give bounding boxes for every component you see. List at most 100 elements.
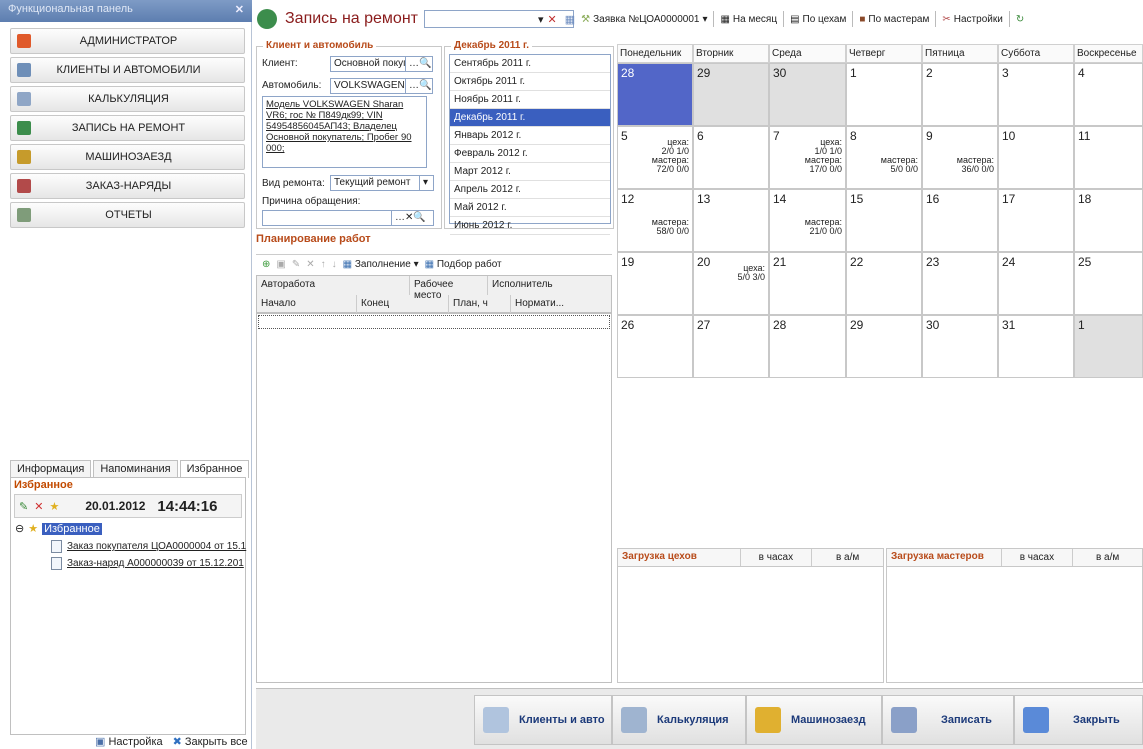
calendar-day[interactable]: 29 [846, 315, 922, 378]
close-icon[interactable]: ✕ [235, 3, 244, 19]
list-item[interactable]: Заказ-наряд А000000039 от 15.12.201 [51, 557, 244, 570]
calendar-day[interactable]: 1 [1074, 315, 1143, 378]
calc-button[interactable]: Калькуляция [612, 695, 746, 745]
calendar-day[interactable]: 30 [769, 63, 846, 126]
tree-root[interactable]: ⊖ ★ Избранное [15, 522, 102, 535]
fill-button[interactable]: ▦ Заполнение ▾ [343, 259, 419, 270]
nav-item[interactable]: КЛИЕНТЫ И АВТОМОБИЛИ [10, 57, 245, 83]
month-item[interactable]: Сентябрь 2011 г. [450, 55, 610, 73]
month-view-button[interactable]: ▦ На месяц [720, 14, 777, 25]
calendar-day[interactable]: 18 [1074, 189, 1143, 252]
col-work[interactable]: Авторабота [257, 276, 410, 295]
up-icon[interactable]: ↑ [321, 259, 326, 270]
col-hours[interactable]: в часах [739, 549, 812, 566]
month-item[interactable]: Март 2012 г. [450, 163, 610, 181]
chevron-down-icon[interactable]: ▾ [538, 13, 544, 26]
client-search-button[interactable]: …🔍 [405, 56, 433, 72]
calendar-day[interactable]: 19 [617, 252, 693, 315]
shops-view-button[interactable]: ▤ По цехам [790, 14, 846, 25]
edit-icon[interactable]: ✎ [19, 500, 28, 513]
list-item[interactable]: Заказ покупателя ЦОА0000004 от 15.1 [51, 540, 246, 553]
tab-info[interactable]: Информация [10, 460, 92, 478]
nav-item[interactable]: ЗАКАЗ-НАРЯДЫ [10, 173, 245, 199]
car-field[interactable]: VOLKSWAGEN ! [330, 78, 406, 94]
col-workplace[interactable]: Рабочее место [410, 276, 488, 301]
collapse-icon[interactable]: ⊖ [15, 522, 24, 535]
calendar-day[interactable]: 30 [922, 315, 998, 378]
settings-button[interactable]: ✂ Настройки [942, 14, 1002, 25]
table-row[interactable] [258, 315, 610, 329]
nav-item[interactable]: ЗАПИСЬ НА РЕМОНТ [10, 115, 245, 141]
calendar-day[interactable]: 27 [693, 315, 769, 378]
month-item[interactable]: Январь 2012 г. [450, 127, 610, 145]
client-field[interactable]: Основной покуг [330, 56, 406, 72]
month-item[interactable]: Ноябрь 2011 г. [450, 91, 610, 109]
month-item[interactable]: Февраль 2012 г. [450, 145, 610, 163]
masters-view-button[interactable]: ■ По мастерам [859, 14, 929, 25]
star-icon[interactable]: ★ [49, 500, 59, 513]
col-plan[interactable]: План, ч [449, 295, 511, 314]
close-all-link[interactable]: ✖ Закрыть все [173, 735, 248, 748]
month-item[interactable]: Апрель 2012 г. [450, 181, 610, 199]
tab-favorites[interactable]: Избранное [179, 460, 250, 478]
calendar-day[interactable]: 24 [998, 252, 1074, 315]
calendar-day[interactable]: 1 [846, 63, 922, 126]
chevron-down-icon[interactable]: ▾ [419, 175, 434, 191]
calendar-day[interactable]: 31 [998, 315, 1074, 378]
car-entry-button[interactable]: Машинозаезд [746, 695, 882, 745]
calendar-day[interactable]: 13 [693, 189, 769, 252]
col-hours[interactable]: в часах [1000, 549, 1073, 566]
calendar-day[interactable]: 16 [922, 189, 998, 252]
col-cars[interactable]: в а/м [1072, 549, 1142, 566]
clear-icon[interactable]: ✕ [548, 13, 557, 26]
nav-item[interactable]: ОТЧЕТЫ [10, 202, 245, 228]
month-list[interactable]: Сентябрь 2011 г. Октябрь 2011 г. Ноябрь 20… [449, 54, 611, 235]
clients-button[interactable]: Клиенты и авто [474, 695, 612, 745]
select-works-button[interactable]: ▦ Подбор работ [425, 259, 502, 270]
calendar-day[interactable]: 22 [846, 252, 922, 315]
save-button[interactable]: Записать [882, 695, 1014, 745]
month-item[interactable]: Октябрь 2011 г. [450, 73, 610, 91]
col-start[interactable]: Начало [257, 295, 357, 314]
car-info[interactable]: Модель VOLKSWAGEN Sharan VR6; гос № П849… [262, 96, 427, 168]
nav-item[interactable]: АДМИНИСТРАТОР [10, 28, 245, 54]
nav-item[interactable]: МАШИНОЗАЕЗД [10, 144, 245, 170]
calendar-day[interactable]: 29 [693, 63, 769, 126]
calendar-day[interactable]: 10 [998, 126, 1074, 189]
month-item[interactable]: Декабрь 2011 г. [450, 109, 610, 127]
calendar-day[interactable]: 21 [769, 252, 846, 315]
down-icon[interactable]: ↓ [332, 259, 337, 270]
settings-link[interactable]: ▣ Настройка [95, 735, 163, 748]
tab-reminders[interactable]: Напоминания [93, 460, 178, 478]
calendar-day[interactable]: 28 [617, 63, 693, 126]
col-end[interactable]: Конец [357, 295, 449, 314]
calendar-day[interactable]: 3 [998, 63, 1074, 126]
nav-item[interactable]: КАЛЬКУЛЯЦИЯ [10, 86, 245, 112]
month-item[interactable]: Май 2012 г. [450, 199, 610, 217]
delete-icon[interactable]: ✕ [306, 259, 314, 270]
delete-icon[interactable]: ✕ [34, 500, 43, 513]
close-button[interactable]: Закрыть [1014, 695, 1143, 745]
calendar-day[interactable]: 6 [693, 126, 769, 189]
calendar-day[interactable]: 26 [617, 315, 693, 378]
col-cars[interactable]: в а/м [811, 549, 883, 566]
car-search-button[interactable]: …🔍 [405, 78, 433, 94]
col-executor[interactable]: Исполнитель [488, 276, 612, 295]
edit-icon[interactable]: ✎ [292, 259, 300, 270]
reason-field[interactable] [262, 210, 392, 226]
calendar-day[interactable]: 20 [693, 252, 769, 315]
calendar-day[interactable]: 23 [922, 252, 998, 315]
repair-type-select[interactable]: Текущий ремонт [330, 175, 420, 191]
calendar-day[interactable]: 17 [998, 189, 1074, 252]
grid-icon[interactable]: ▦ [565, 13, 575, 26]
calendar-day[interactable]: 25 [1074, 252, 1143, 315]
calendar-day[interactable]: 4 [1074, 63, 1143, 126]
request-button[interactable]: ⚒ Заявка №ЦОА0000001 ▾ [581, 14, 707, 25]
reason-buttons[interactable]: …✕🔍 [391, 210, 434, 226]
calendar-day[interactable]: 15 [846, 189, 922, 252]
add-icon[interactable]: ⊕ [262, 259, 270, 270]
copy-icon[interactable]: ▣ [276, 259, 285, 270]
calendar-day[interactable]: 28 [769, 315, 846, 378]
col-norm[interactable]: Нормати... [511, 295, 613, 314]
planning-table-body[interactable] [256, 313, 612, 683]
